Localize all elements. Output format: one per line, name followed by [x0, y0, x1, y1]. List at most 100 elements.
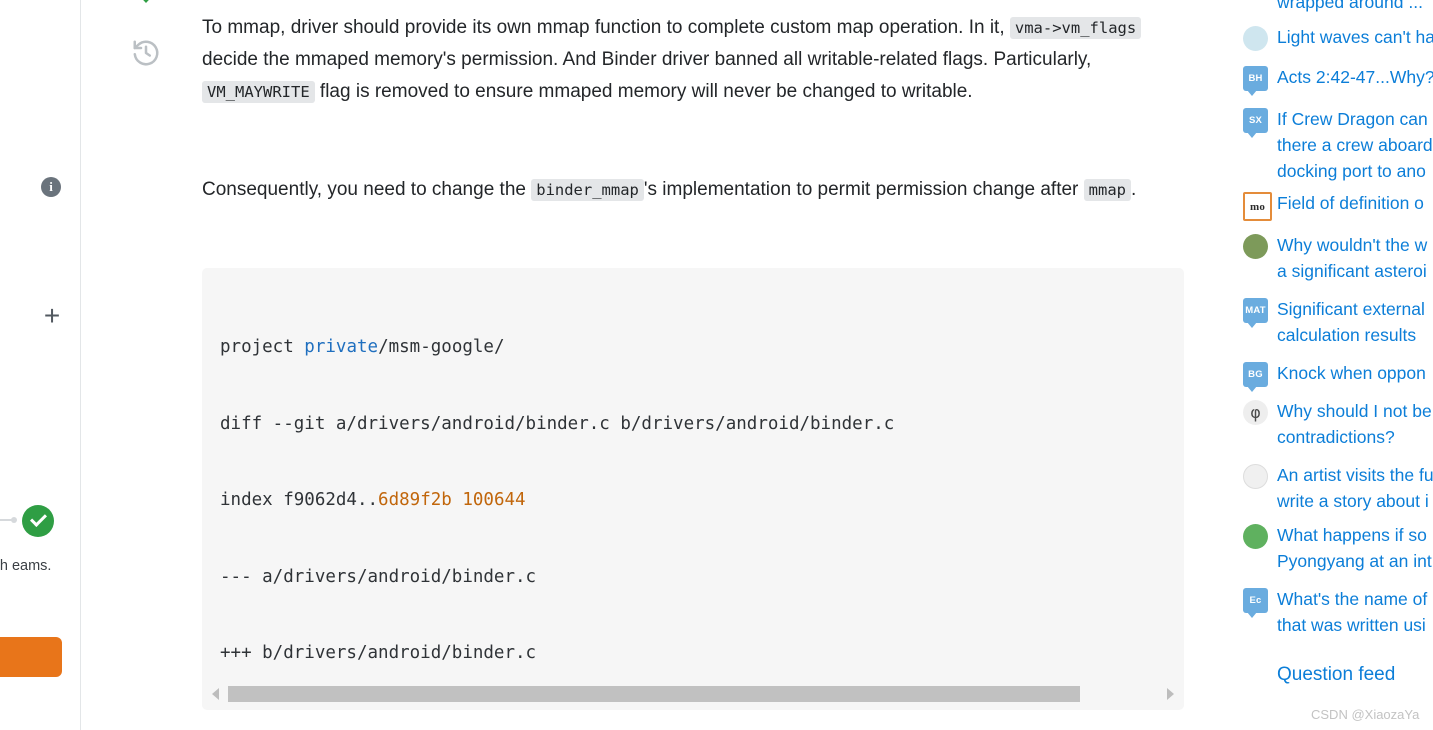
astronomy-icon-glyph [1243, 234, 1268, 259]
hot-question-item-2[interactable]: BH Acts 2:42-47...Why? [1243, 64, 1433, 96]
hot-question-item-1[interactable]: Light waves can't ha [1243, 24, 1433, 51]
paragraph-1-text-part-1: To mmap, driver should provide its own m… [202, 17, 1010, 38]
hot-question-link-1[interactable]: Light waves can't ha [1277, 24, 1433, 50]
hot-question-item-7[interactable]: BG Knock when oppon [1243, 360, 1433, 392]
promo-subtext: eam [0, 692, 70, 708]
code-token-private: private [304, 337, 379, 357]
timeline-rule [0, 517, 17, 523]
bg-icon-tail [1247, 386, 1257, 392]
ec-site-icon: Ec [1243, 588, 1268, 618]
bg-site-icon: BG [1243, 362, 1268, 392]
paragraph-2-text-part-1: Consequently, you need to change the [202, 179, 532, 200]
code-token-project: project [220, 337, 305, 357]
inline-code-binder-mmap: binder_mmap [531, 179, 644, 201]
favorite-label: r favorite [0, 340, 78, 356]
code-line-5: +++ b/drivers/android/binder.c [220, 641, 1184, 667]
hot-question-link-2[interactable]: Acts 2:42-47...Why? [1277, 64, 1433, 90]
bh-site-icon: BH [1243, 66, 1268, 96]
code-token-space-1 [452, 490, 463, 510]
watermark: CSDN @XiaozaYa [1311, 707, 1420, 722]
ec-icon-glyph: Ec [1243, 588, 1268, 613]
hot-question-link-3[interactable]: If Crew Dragon can there a crew aboard d… [1277, 106, 1433, 184]
hot-question-link-8[interactable]: Why should I not be contradictions? [1277, 398, 1432, 450]
hot-question-item-5[interactable]: Why wouldn't the w a significant asteroi [1243, 232, 1433, 284]
code-token-hash-new: 6d89f2b [378, 490, 452, 510]
mat-site-icon: MAT [1243, 298, 1268, 328]
hot-question-link-10[interactable]: What happens if so Pyongyang at an int [1277, 522, 1432, 574]
worldbuilding-site-icon [1243, 464, 1268, 489]
answer-paragraph-1: To mmap, driver should provide its own m… [202, 12, 1177, 108]
inline-code-mmap: mmap [1083, 179, 1131, 201]
scroll-left-arrow-icon[interactable] [212, 688, 219, 700]
ec-icon-tail [1247, 612, 1257, 618]
mat-icon-tail [1247, 322, 1257, 328]
scrollbar-thumb[interactable] [228, 686, 1080, 702]
hot-question-link-7[interactable]: Knock when oppon [1277, 360, 1426, 386]
stackoverflow-answer-page: i + r favorite e all nswers ork with eam… [0, 0, 1433, 730]
paragraph-1-text-part-2: decide the mmaped memory's permission. A… [202, 49, 1092, 70]
code-token-path: /msm-google/ [378, 337, 505, 357]
accepted-answer-check-icon [22, 505, 54, 537]
hot-question-link-5[interactable]: Why wouldn't the w a significant asteroi [1277, 232, 1427, 284]
travel-icon-glyph [1243, 524, 1268, 549]
hot-question-partial-top[interactable]: wrapped around ... [1277, 0, 1433, 15]
hot-question-link-9[interactable]: An artist visits the fu write a story ab… [1277, 462, 1433, 514]
mat-icon-glyph: MAT [1243, 298, 1268, 323]
rss-arc-outer [1247, 637, 1268, 659]
code-horizontal-scrollbar[interactable] [208, 686, 1178, 702]
hot-network-questions-sidebar: wrapped around ... Light waves can't ha … [1243, 0, 1433, 730]
hot-question-link-6[interactable]: Significant external calculation results [1277, 296, 1425, 348]
downvote-arrow-icon[interactable] [130, 0, 162, 3]
hot-question-item-11[interactable]: Ec What's the name of that was written u… [1243, 586, 1433, 638]
mathoverflow-site-icon: mo [1243, 192, 1272, 221]
travel-site-icon [1243, 524, 1268, 549]
post-vote-gutter [110, 0, 190, 730]
worldbuilding-icon-glyph [1243, 464, 1268, 489]
philosophy-site-icon: φ [1243, 400, 1268, 425]
code-line-2: diff --git a/drivers/android/binder.c b/… [220, 412, 1184, 438]
code-token-plus-file: +++ b/drivers/android/binder.c [220, 643, 537, 663]
hot-question-item-4[interactable]: mo Field of definition o [1243, 190, 1433, 221]
see-all-link[interactable]: e all [0, 362, 80, 378]
hot-question-item-9[interactable]: An artist visits the fu write a story ab… [1243, 462, 1433, 514]
promo-description: nswers ork with eams. [0, 558, 52, 574]
add-icon[interactable]: + [41, 302, 63, 330]
code-line-3: index f9062d4..6d89f2b 100644 [220, 488, 1184, 514]
hot-question-item-8[interactable]: φ Why should I not be contradictions? [1243, 398, 1433, 450]
astronomy-site-icon [1243, 234, 1268, 259]
question-feed-item[interactable]: Question feed [1243, 637, 1433, 688]
diff-code-content: project private/msm-google/ diff --git a… [220, 284, 1184, 710]
bh-icon-tail [1247, 90, 1257, 96]
paragraph-2-text-part-2: 's implementation to permit permission c… [643, 179, 1084, 200]
code-token-diff-git: diff --git a/drivers/android/binder.c b/… [220, 413, 895, 434]
post-history-icon[interactable] [131, 38, 161, 68]
answer-paragraph-2: Consequently, you need to change the bin… [202, 174, 1137, 206]
bg-icon-glyph: BG [1243, 362, 1268, 387]
code-line-1: project private/msm-google/ [220, 335, 1184, 361]
question-feed-label[interactable]: Question feed [1277, 662, 1395, 688]
hot-question-link-11[interactable]: What's the name of that was written usi [1277, 586, 1427, 638]
physics-icon-glyph [1243, 26, 1268, 51]
hot-question-item-3[interactable]: SX If Crew Dragon can there a crew aboar… [1243, 106, 1433, 184]
rss-feed-icon [1243, 637, 1268, 688]
inline-code-vma-vm-flags: vma->vm_flags [1009, 17, 1142, 39]
code-line-4: --- a/drivers/android/binder.c [220, 565, 1184, 591]
paragraph-2-text-part-3: . [1131, 179, 1137, 200]
sx-site-icon: SX [1243, 108, 1268, 138]
inline-code-vm-maywrite: VM_MAYWRITE [202, 81, 315, 103]
paragraph-1-text-part-3: flag is removed to ensure mmaped memory … [314, 81, 973, 102]
left-sidebar-clipped: i + r favorite e all nswers ork with eam… [0, 0, 81, 730]
bh-icon-glyph: BH [1243, 66, 1268, 91]
info-icon[interactable]: i [41, 177, 61, 197]
hot-question-item-10[interactable]: What happens if so Pyongyang at an int [1243, 522, 1433, 574]
scroll-right-arrow-icon[interactable] [1167, 688, 1174, 700]
diff-code-block[interactable]: project private/msm-google/ diff --git a… [202, 268, 1184, 710]
philosophy-icon-glyph: φ [1243, 400, 1268, 425]
physics-site-icon [1243, 26, 1268, 51]
hot-question-link-4[interactable]: Field of definition o [1277, 190, 1424, 216]
sx-icon-tail [1247, 132, 1257, 138]
hot-question-item-6[interactable]: MAT Significant external calculation res… [1243, 296, 1433, 348]
code-token-index: index f9062d4.. [220, 490, 379, 510]
sx-icon-glyph: SX [1243, 108, 1268, 133]
promo-cta-button[interactable]: s [0, 637, 62, 677]
